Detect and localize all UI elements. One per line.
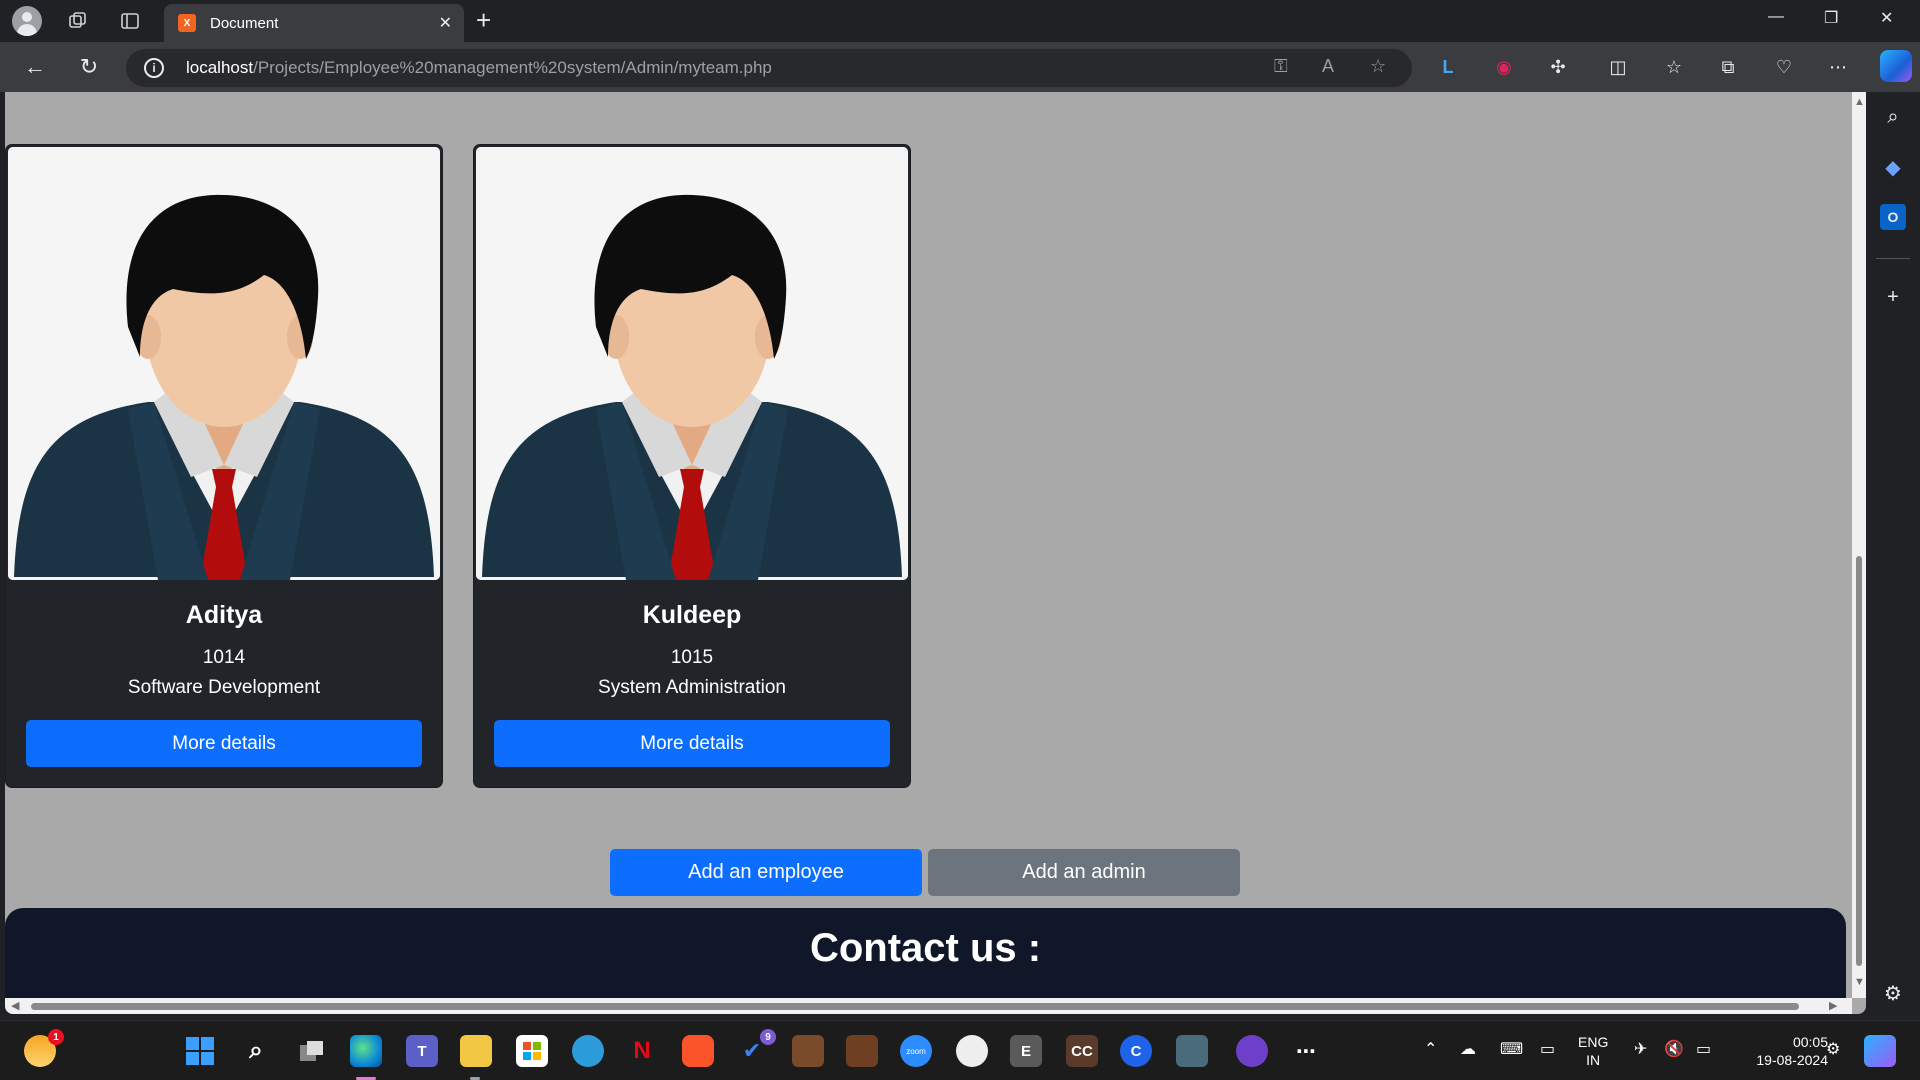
scroll-left-icon[interactable]: ◀ [11, 999, 19, 1012]
file-explorer-icon[interactable] [460, 1035, 492, 1067]
notifications-icon[interactable]: ⚙ [1826, 1039, 1840, 1059]
weather-icon[interactable]: 1 [24, 1029, 64, 1067]
profile-icon[interactable] [12, 6, 42, 36]
address-toolbar: ← ↻ i localhost/Projects/Employee%20mana… [0, 42, 1920, 92]
browser-title-bar: X Document ✕ + — ❐ ✕ [0, 0, 1920, 42]
workspaces-icon[interactable] [60, 4, 96, 38]
refresh-icon[interactable]: ↻ [72, 50, 106, 84]
vertical-tabs-icon[interactable] [112, 4, 148, 38]
zoom-icon[interactable]: zoom [900, 1035, 932, 1067]
employee-avatar [476, 147, 908, 580]
password-key-icon[interactable]: ⚿ [1274, 56, 1288, 77]
collections-icon[interactable]: ⧉ [1716, 55, 1740, 79]
github-desktop-icon[interactable] [956, 1035, 988, 1067]
search-icon[interactable]: ⌕ [240, 1035, 272, 1067]
scroll-up-icon[interactable]: ▲ [1854, 96, 1865, 108]
horizontal-scroll-thumb[interactable] [31, 1003, 1799, 1010]
display-icon[interactable]: ▭ [1540, 1039, 1555, 1059]
close-window-icon[interactable]: ✕ [1880, 8, 1893, 28]
sidebar-settings-icon[interactable]: ⚙ [1880, 980, 1906, 1006]
github-icon[interactable] [1236, 1035, 1268, 1067]
contact-footer: Contact us : [5, 908, 1846, 1008]
scroll-right-icon[interactable]: ▶ [1829, 999, 1837, 1012]
game-app-2-icon[interactable] [846, 1035, 878, 1067]
volume-muted-icon[interactable]: 🔇 [1664, 1039, 1684, 1059]
windows-taskbar: 1 ⌕ T N ✔ 9 zoom E CC C ⋯ ⌃ ☁ ⌨ ▭ ENG IN … [0, 1020, 1920, 1080]
url-text[interactable]: localhost/Projects/Employee%20management… [186, 58, 772, 78]
employee-card: Kuldeep 1015 System Administration More … [473, 144, 911, 788]
extension-record-icon[interactable]: ◉ [1492, 55, 1516, 79]
add-employee-button[interactable]: Add an employee [610, 849, 922, 896]
horizontal-scrollbar[interactable]: ◀ ▶ [5, 998, 1852, 1014]
task-view-icon[interactable] [296, 1035, 328, 1067]
extensions-puzzle-icon[interactable]: ✣ [1546, 55, 1570, 79]
favorite-star-icon[interactable]: ☆ [1370, 56, 1386, 77]
footer-title: Contact us : [809, 926, 1042, 970]
site-info-icon[interactable]: i [144, 58, 164, 78]
new-tab-icon[interactable]: + [476, 5, 491, 36]
start-windows-icon[interactable] [184, 1035, 216, 1067]
employee-card: Aditya 1014 Software Development More de… [5, 144, 443, 788]
employee-name: Kuldeep [642, 601, 742, 629]
language-indicator[interactable]: ENG IN [1578, 1033, 1608, 1069]
network-icon[interactable]: ✈ [1634, 1039, 1647, 1059]
employee-id: 1015 [670, 647, 714, 668]
sidebar-divider [1876, 258, 1910, 259]
todo-icon[interactable]: ✔ 9 [736, 1029, 776, 1067]
more-apps-icon[interactable]: ⋯ [1290, 1035, 1322, 1067]
copilot-taskbar-icon[interactable] [1864, 1035, 1896, 1067]
address-bar[interactable]: i localhost/Projects/Employee%20manageme… [126, 49, 1412, 87]
add-sidebar-app-icon[interactable]: + [1880, 284, 1906, 310]
vertical-scrollbar[interactable]: ▲ ▼ [1852, 92, 1866, 998]
extension-l-icon[interactable]: L [1436, 55, 1460, 79]
add-admin-button[interactable]: Add an admin [928, 849, 1240, 896]
read-aloud-icon[interactable]: A [1322, 56, 1334, 77]
netflix-icon[interactable]: N [626, 1035, 658, 1067]
restore-icon[interactable]: ❐ [1824, 8, 1838, 28]
employee-id: 1014 [202, 647, 246, 668]
scroll-down-icon[interactable]: ▼ [1854, 976, 1865, 988]
microsoft-store-icon[interactable] [516, 1035, 548, 1067]
battery-icon[interactable]: ▭ [1696, 1039, 1711, 1059]
settings-more-icon[interactable]: ⋯ [1826, 55, 1850, 79]
close-tab-icon[interactable]: ✕ [439, 13, 452, 33]
tab-title: Document [210, 14, 279, 32]
favorites-icon[interactable]: ☆ [1662, 55, 1686, 79]
edge-sidebar: ⌕ ◆ O + ⚙ [1866, 92, 1920, 1020]
onedrive-icon[interactable]: ☁ [1460, 1039, 1476, 1059]
snipping-tool-icon[interactable] [1176, 1035, 1208, 1067]
teams-icon[interactable]: T [406, 1035, 438, 1067]
game-app-icon[interactable] [792, 1035, 824, 1067]
more-details-button[interactable]: More details [494, 720, 890, 767]
clock[interactable]: 00:05 19-08-2024 [1736, 1033, 1828, 1069]
clipchamp-icon[interactable] [572, 1035, 604, 1067]
vertical-scroll-thumb[interactable] [1856, 556, 1862, 966]
split-screen-icon[interactable]: ◫ [1606, 55, 1630, 79]
minimize-icon[interactable]: — [1768, 8, 1784, 26]
brave-icon[interactable] [682, 1035, 714, 1067]
employee-avatar [8, 147, 440, 580]
keyboard-icon[interactable]: ⌨ [1500, 1039, 1523, 1059]
xampp-favicon-icon: X [178, 14, 196, 32]
more-details-button[interactable]: More details [26, 720, 422, 767]
page-viewport: Aditya 1014 Software Development More de… [5, 92, 1866, 1014]
search-icon[interactable]: ⌕ [1880, 104, 1906, 130]
tab-document[interactable]: X Document ✕ [164, 4, 464, 42]
employee-department: Software Development [127, 677, 321, 698]
edge-browser-icon[interactable] [350, 1035, 382, 1067]
capcut-icon[interactable]: CC [1066, 1035, 1098, 1067]
employee-name: Aditya [185, 601, 263, 629]
epic-games-icon[interactable]: E [1010, 1035, 1042, 1067]
shopping-tag-icon[interactable]: ◆ [1880, 154, 1906, 180]
copilot-icon[interactable] [1880, 50, 1912, 82]
outlook-icon[interactable]: O [1880, 204, 1906, 230]
back-icon[interactable]: ← [18, 50, 52, 84]
browser-essentials-icon[interactable]: ♡ [1772, 55, 1796, 79]
c-app-icon[interactable]: C [1120, 1035, 1152, 1067]
employee-department: System Administration [598, 677, 786, 698]
show-hidden-icons-icon[interactable]: ⌃ [1424, 1039, 1437, 1059]
